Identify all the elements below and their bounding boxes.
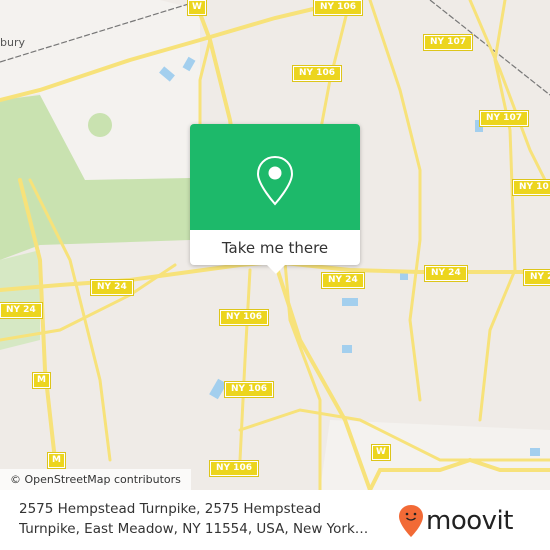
address-line-1: 2575 Hempstead Turnpike, 2575 Hempstead [19, 501, 322, 517]
route-shield: NY 106 [224, 381, 274, 398]
moovit-pin-icon [399, 505, 423, 537]
route-shield: NY 107 [423, 34, 473, 51]
water-area [342, 345, 352, 353]
route-shield: NY 24 [90, 279, 134, 296]
route-shield: NY 107 [479, 110, 529, 127]
route-shield: M [47, 452, 66, 469]
route-shield: NY 24 [424, 265, 468, 282]
water-area [342, 298, 358, 306]
route-shield: NY 106 [292, 65, 342, 82]
address-line-2: Turnpike, East Meadow, NY 11554, USA, Ne… [19, 521, 369, 537]
place-label: bury [0, 36, 25, 49]
route-shield: W [187, 0, 207, 16]
map-view[interactable]: bury NY 106 NY 106 NY 107 NY 107 NY 10 N… [0, 0, 550, 490]
route-shield: NY 2 [522, 269, 550, 286]
map-pin-icon [256, 155, 294, 206]
route-shield: W [371, 444, 391, 461]
map-area [320, 420, 550, 490]
moovit-logo-text: moovit [426, 506, 513, 536]
route-shield: NY 10 [512, 179, 550, 196]
moovit-logo[interactable]: moovit [398, 504, 513, 538]
take-me-there-button[interactable]: Take me there [190, 230, 360, 265]
map-attribution[interactable]: © OpenStreetMap contributors [0, 469, 191, 490]
location-popup: Take me there [190, 124, 360, 274]
popup-header [190, 124, 360, 230]
popup-arrow [267, 265, 285, 274]
route-shield: NY 106 [219, 309, 269, 326]
route-shield: NY 106 [313, 0, 363, 16]
route-shield: M [32, 372, 51, 389]
footer: 2575 Hempstead Turnpike, 2575 Hempstead … [0, 490, 550, 550]
address-text: 2575 Hempstead Turnpike, 2575 Hempstead … [19, 499, 389, 539]
park-area [88, 113, 112, 137]
water-area [530, 448, 540, 456]
route-shield: NY 24 [0, 302, 43, 319]
route-shield: NY 24 [321, 272, 365, 289]
route-shield: NY 106 [209, 460, 259, 477]
